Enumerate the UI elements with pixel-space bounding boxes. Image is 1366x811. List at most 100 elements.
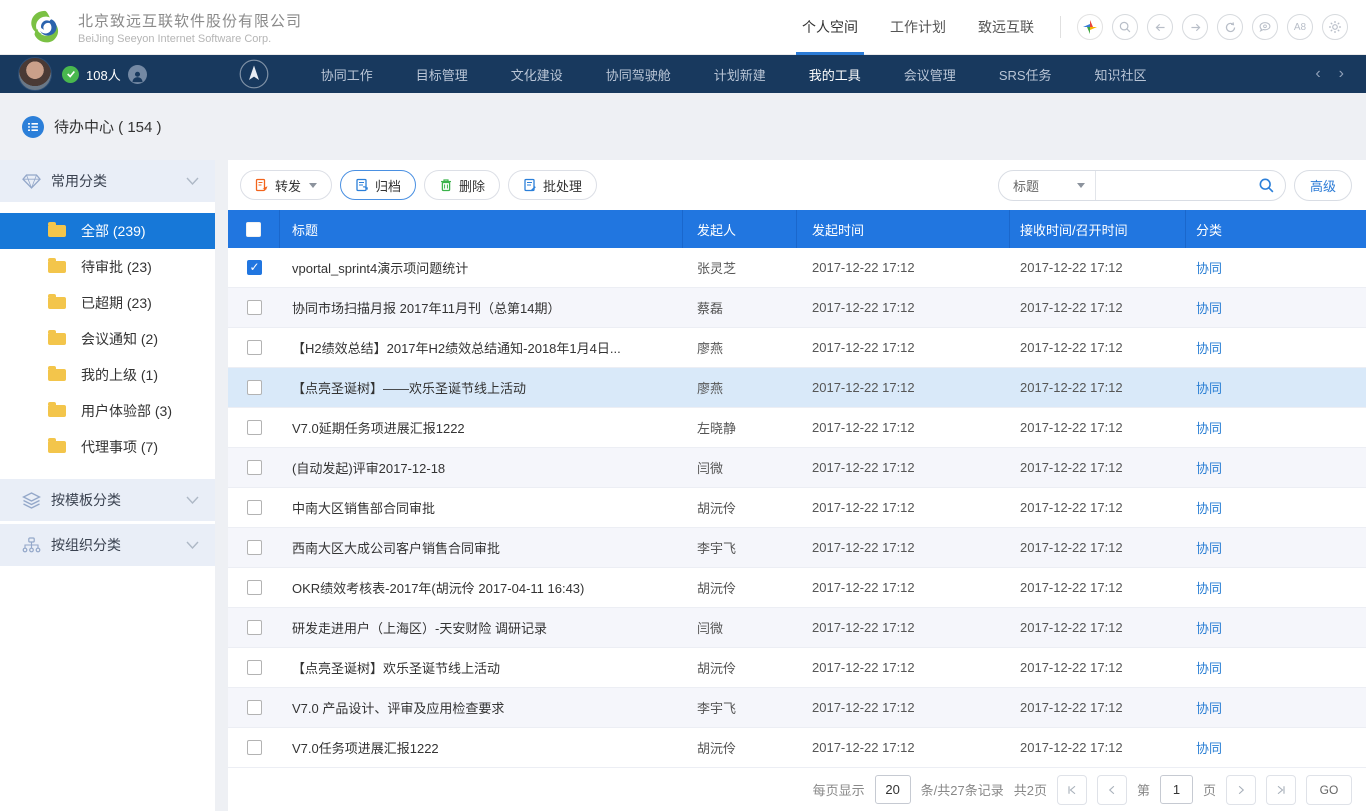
row-category-link[interactable]: 协同 <box>1196 618 1222 637</box>
search-field-select[interactable]: 标题 <box>999 176 1095 195</box>
row-checkbox[interactable] <box>247 660 262 675</box>
nav-item[interactable]: 我的工具 <box>809 65 861 84</box>
prev-page-button[interactable] <box>1097 775 1127 805</box>
row-checkbox[interactable] <box>247 300 262 315</box>
row-title[interactable]: 中南大区销售部合同审批 <box>292 498 435 517</box>
back-arrow-icon[interactable] <box>1147 14 1173 40</box>
sidebar-folder-item[interactable]: 会议通知 (2) <box>0 321 215 357</box>
nav-item[interactable]: SRS任务 <box>999 65 1052 84</box>
next-page-button[interactable] <box>1226 775 1256 805</box>
row-category-link[interactable]: 协同 <box>1196 298 1222 317</box>
row-checkbox[interactable] <box>247 460 262 475</box>
row-title[interactable]: (自动发起)评审2017-12-18 <box>292 458 445 477</box>
sidebar-folder-item[interactable]: 已超期 (23) <box>0 285 215 321</box>
person-icon[interactable] <box>128 65 147 84</box>
sidebar-folder-item[interactable]: 全部 (239) <box>0 213 215 249</box>
sidebar-section-template[interactable]: 按模板分类 <box>0 479 215 521</box>
select-all-checkbox[interactable] <box>246 222 261 237</box>
sidebar-folder-item[interactable]: 代理事项 (7) <box>0 429 215 465</box>
page-size-input[interactable] <box>875 775 911 804</box>
space-tab[interactable]: 个人空间 <box>786 0 874 55</box>
row-category-link[interactable]: 协同 <box>1196 458 1222 477</box>
sidebar-folder-item[interactable]: 我的上级 (1) <box>0 357 215 393</box>
row-checkbox[interactable] <box>247 260 262 275</box>
nav-item[interactable]: 知识社区 <box>1095 65 1147 84</box>
table-row[interactable]: 研发走进用户（上海区）-天安财险 调研记录 闫微 2017-12-22 17:1… <box>228 608 1366 648</box>
nav-scroll-left-icon[interactable]: ‹ <box>1315 65 1320 83</box>
row-checkbox[interactable] <box>247 500 262 515</box>
table-row[interactable]: 【点亮圣诞树】欢乐圣诞节线上活动 胡沅伶 2017-12-22 17:12 20… <box>228 648 1366 688</box>
table-row[interactable]: V7.0延期任务项进展汇报1222 左晓静 2017-12-22 17:12 2… <box>228 408 1366 448</box>
nav-item[interactable]: 协同驾驶舱 <box>606 65 671 84</box>
row-title[interactable]: 协同市场扫描月报 2017年11月刊（总第14期） <box>292 298 561 317</box>
row-checkbox[interactable] <box>247 540 262 555</box>
row-category-link[interactable]: 协同 <box>1196 658 1222 677</box>
row-title[interactable]: 研发走进用户（上海区）-天安财险 调研记录 <box>292 618 547 637</box>
delete-button[interactable]: 删除 <box>424 170 500 200</box>
sidebar-folder-item[interactable]: 用户体验部 (3) <box>0 393 215 429</box>
row-title[interactable]: V7.0延期任务项进展汇报1222 <box>292 418 465 437</box>
row-checkbox[interactable] <box>247 700 262 715</box>
row-title[interactable]: vportal_sprint4演示项问题统计 <box>292 258 468 277</box>
row-checkbox[interactable] <box>247 740 262 755</box>
apps-pinwheel-icon[interactable] <box>1077 14 1103 40</box>
row-checkbox[interactable] <box>247 580 262 595</box>
row-category-link[interactable]: 协同 <box>1196 698 1222 717</box>
row-category-link[interactable]: 协同 <box>1196 418 1222 437</box>
table-row[interactable]: 西南大区大成公司客户销售合同审批 李宇飞 2017-12-22 17:12 20… <box>228 528 1366 568</box>
column-header-receive-time[interactable]: 接收时间/召开时间 <box>1010 210 1186 248</box>
search-icon[interactable] <box>1112 14 1138 40</box>
row-category-link[interactable]: 协同 <box>1196 338 1222 357</box>
column-header-title[interactable]: 标题 <box>280 210 683 248</box>
row-title[interactable]: V7.0任务项进展汇报1222 <box>292 738 439 757</box>
current-page-input[interactable] <box>1160 775 1193 804</box>
row-checkbox[interactable] <box>247 340 262 355</box>
user-avatar[interactable] <box>18 57 52 91</box>
row-category-link[interactable]: 协同 <box>1196 738 1222 757</box>
row-title[interactable]: 西南大区大成公司客户销售合同审批 <box>292 538 500 557</box>
table-row[interactable]: V7.0任务项进展汇报1222 胡沅伶 2017-12-22 17:12 201… <box>228 728 1366 768</box>
row-title[interactable]: 【H2绩效总结】2017年H2绩效总结通知-2018年1月4日... <box>292 338 621 357</box>
go-button[interactable]: GO <box>1306 775 1352 805</box>
search-submit-icon[interactable] <box>1258 177 1285 194</box>
nav-item[interactable]: 文化建设 <box>511 65 563 84</box>
sidebar-section-org[interactable]: 按组织分类 <box>0 524 215 566</box>
table-row[interactable]: 协同市场扫描月报 2017年11月刊（总第14期） 蔡磊 2017-12-22 … <box>228 288 1366 328</box>
sidebar-section-common[interactable]: 常用分类 <box>0 160 215 202</box>
row-title[interactable]: 【点亮圣诞树】——欢乐圣诞节线上活动 <box>292 378 526 397</box>
online-count[interactable]: 108人 <box>86 65 121 84</box>
a8-icon[interactable]: A8 <box>1287 14 1313 40</box>
search-input[interactable] <box>1096 172 1258 198</box>
row-checkbox[interactable] <box>247 620 262 635</box>
table-row[interactable]: V7.0 产品设计、评审及应用检查要求 李宇飞 2017-12-22 17:12… <box>228 688 1366 728</box>
row-category-link[interactable]: 协同 <box>1196 258 1222 277</box>
feedback-bubble-icon[interactable] <box>1252 14 1278 40</box>
settings-gear-icon[interactable] <box>1322 14 1348 40</box>
row-title[interactable]: V7.0 产品设计、评审及应用检查要求 <box>292 698 504 717</box>
row-category-link[interactable]: 协同 <box>1196 498 1222 517</box>
table-row[interactable]: vportal_sprint4演示项问题统计 张灵芝 2017-12-22 17… <box>228 248 1366 288</box>
archive-button[interactable]: 归档 <box>340 170 416 200</box>
row-checkbox[interactable] <box>247 380 262 395</box>
table-row[interactable]: OKR绩效考核表-2017年(胡沅伶 2017-04-11 16:43) 胡沅伶… <box>228 568 1366 608</box>
table-row[interactable]: 【点亮圣诞树】——欢乐圣诞节线上活动 廖燕 2017-12-22 17:12 2… <box>228 368 1366 408</box>
sidebar-folder-item[interactable]: 待审批 (23) <box>0 249 215 285</box>
forward-button[interactable]: 转发 <box>240 170 332 200</box>
column-header-start-time[interactable]: 发起时间 <box>797 210 1010 248</box>
row-category-link[interactable]: 协同 <box>1196 378 1222 397</box>
column-header-category[interactable]: 分类 <box>1186 210 1366 248</box>
nav-item[interactable]: 协同工作 <box>321 65 373 84</box>
row-category-link[interactable]: 协同 <box>1196 578 1222 597</box>
last-page-button[interactable] <box>1266 775 1296 805</box>
nav-item[interactable]: 目标管理 <box>416 65 468 84</box>
nav-item[interactable]: 会议管理 <box>904 65 956 84</box>
row-category-link[interactable]: 协同 <box>1196 538 1222 557</box>
table-row[interactable]: 【H2绩效总结】2017年H2绩效总结通知-2018年1月4日... 廖燕 20… <box>228 328 1366 368</box>
compass-icon[interactable] <box>239 59 269 89</box>
row-checkbox[interactable] <box>247 420 262 435</box>
nav-item[interactable]: 计划新建 <box>714 65 766 84</box>
advanced-search-button[interactable]: 高级 <box>1294 170 1352 201</box>
space-tab[interactable]: 致远互联 <box>962 0 1050 55</box>
row-title[interactable]: OKR绩效考核表-2017年(胡沅伶 2017-04-11 16:43) <box>292 578 584 597</box>
space-tab[interactable]: 工作计划 <box>874 0 962 55</box>
